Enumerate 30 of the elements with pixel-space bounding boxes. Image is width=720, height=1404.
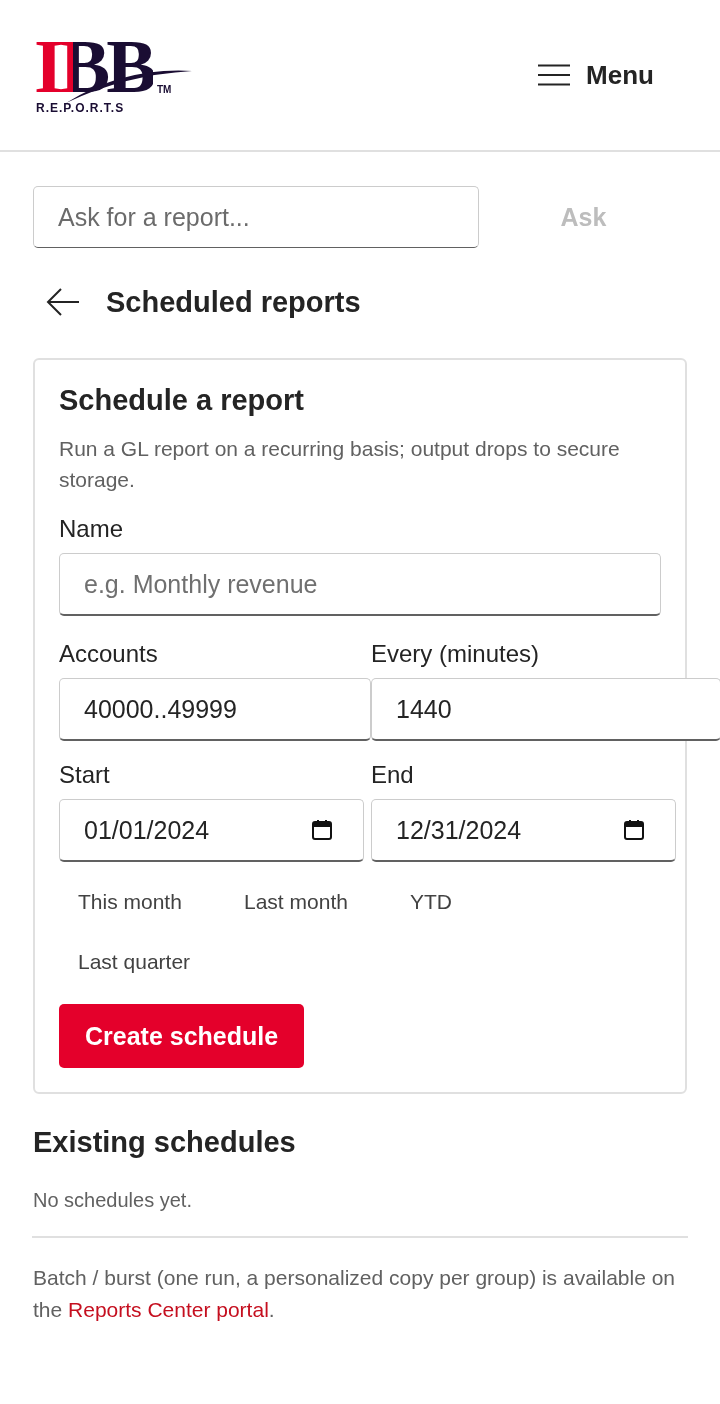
text-field[interactable]: e.g. Monthly revenue <box>59 553 661 616</box>
page-title: Scheduled reports <box>106 285 361 319</box>
text-field[interactable]: 1440 <box>371 678 720 741</box>
field-label: Every (minutes) <box>371 640 541 668</box>
date-field[interactable]: 12/31/2024 <box>371 799 676 862</box>
menu-button[interactable]: Menu <box>538 59 654 91</box>
menu-icon <box>538 64 571 86</box>
field-label: Name <box>59 515 125 543</box>
empty-message: No schedules yet. <box>33 1189 193 1212</box>
date-field[interactable]: 01/01/2024 <box>59 799 364 862</box>
portal-link[interactable]: Reports Center portal <box>68 1298 269 1321</box>
calendar-icon[interactable] <box>310 818 334 842</box>
calendar-icon[interactable] <box>622 818 646 842</box>
card-title: Schedule a report <box>59 384 305 417</box>
footer-note: Batch / burst (one run, a personalized copy per group) is available on the Reports Center portal. <box>33 1265 677 1323</box>
field-label: End <box>371 761 415 789</box>
card-description: Run a GL report on a recurring basis; output drops to secure storage. <box>59 436 621 493</box>
logo-tagline: R.E.P.O.R.T.S <box>36 101 125 115</box>
range-button[interactable]: Last month <box>225 872 381 932</box>
range-button[interactable]: This month <box>59 872 215 932</box>
section-title: Existing schedules <box>33 1126 297 1159</box>
range-button[interactable]: YTD <box>391 872 547 932</box>
create-schedule-button[interactable]: Create schedule <box>59 1004 305 1068</box>
trademark: TM <box>156 84 172 95</box>
field-label: Accounts <box>59 640 159 668</box>
ask-field[interactable]: Ask for a report... <box>33 186 479 248</box>
field-label: Start <box>59 761 111 789</box>
range-button[interactable]: Last quarter <box>59 932 215 992</box>
back-arrow-icon[interactable] <box>46 287 80 317</box>
text-field[interactable]: 40000..49999 <box>59 678 371 741</box>
